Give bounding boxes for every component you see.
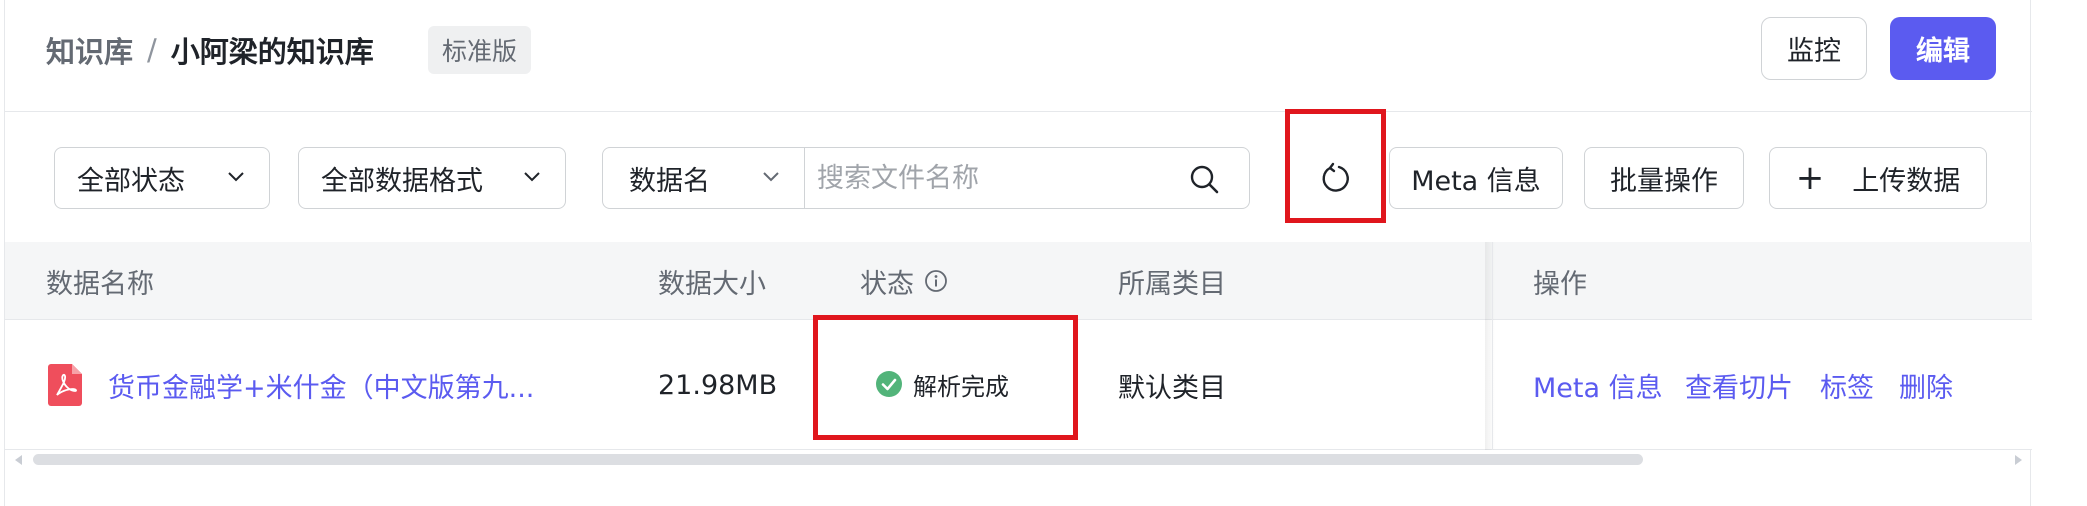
row-delete-link[interactable]: 删除	[1899, 320, 1953, 450]
edit-button[interactable]: 编辑	[1890, 17, 1996, 80]
page-title: 小阿梁的知识库	[170, 35, 374, 69]
search-type-select[interactable]: 数据名	[603, 148, 805, 208]
row-tags-link[interactable]: 标签	[1820, 320, 1874, 450]
pdf-file-icon	[48, 364, 82, 406]
search-input[interactable]	[817, 156, 1177, 200]
column-header-status: 状态	[860, 242, 948, 320]
row-meta-info-link[interactable]: Meta 信息	[1533, 320, 1663, 450]
format-filter-value: 全部数据格式	[321, 165, 483, 197]
info-icon[interactable]	[924, 269, 948, 293]
search-icon[interactable]	[1188, 163, 1220, 195]
monitor-button[interactable]: 监控	[1761, 17, 1867, 80]
scrollbar-thumb[interactable]	[33, 454, 1643, 465]
column-header-category: 所属类目	[1118, 268, 1226, 300]
chevron-down-icon	[228, 172, 244, 182]
knowledge-base-panel: 知识库 / 小阿梁的知识库 标准版 监控 编辑 全部状态 全部数据格式 数据名	[4, 0, 2032, 506]
refresh-icon	[1322, 162, 1349, 192]
upload-data-label: 上传数据	[1852, 165, 1961, 197]
batch-operation-button[interactable]: 批量操作	[1584, 147, 1744, 209]
meta-info-button[interactable]: Meta 信息	[1389, 147, 1563, 209]
breadcrumb-separator: /	[147, 33, 157, 67]
plus-icon: +	[1795, 158, 1825, 198]
page-header: 知识库 / 小阿梁的知识库 标准版 监控 编辑	[5, 0, 2032, 112]
refresh-button[interactable]	[1313, 147, 1359, 209]
row-view-chunks-link[interactable]: 查看切片	[1685, 320, 1793, 450]
search-type-value: 数据名	[629, 165, 710, 197]
chevron-down-icon	[524, 172, 540, 182]
file-name-link[interactable]: 货币金融学+米什金（中文版第九...	[108, 320, 534, 450]
status-filter-select[interactable]: 全部状态	[54, 147, 270, 209]
scroll-right-arrow-icon[interactable]	[2015, 455, 2022, 465]
status-filter-value: 全部状态	[77, 165, 185, 197]
breadcrumb-root-link[interactable]: 知识库	[46, 29, 133, 71]
format-filter-select[interactable]: 全部数据格式	[298, 147, 566, 209]
horizontal-scrollbar[interactable]	[15, 452, 2022, 468]
breadcrumb: 知识库 / 小阿梁的知识库	[46, 28, 374, 72]
chevron-down-icon	[763, 172, 779, 182]
file-size: 21.98MB	[658, 369, 778, 401]
search-group: 数据名	[602, 147, 1250, 209]
scroll-left-arrow-icon[interactable]	[15, 455, 22, 465]
file-category: 默认类目	[1118, 372, 1226, 404]
column-header-size: 数据大小	[658, 268, 766, 300]
column-header-status-label: 状态	[860, 268, 914, 300]
upload-data-button[interactable]: + 上传数据	[1769, 147, 1987, 209]
status-highlight-box	[813, 315, 1078, 440]
column-header-name: 数据名称	[46, 268, 154, 300]
edition-badge: 标准版	[428, 26, 532, 74]
